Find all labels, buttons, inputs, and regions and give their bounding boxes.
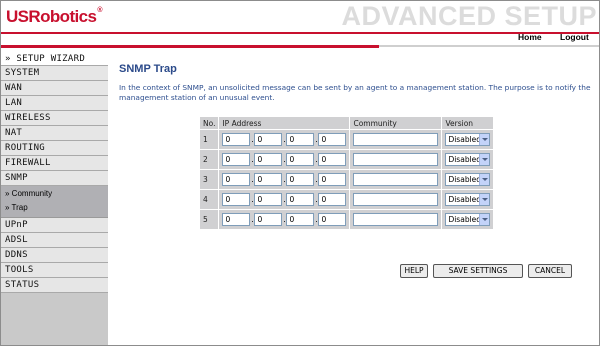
- ip-cell: 0. 0. 0. 0: [219, 210, 350, 229]
- sidebar-item-adsl[interactable]: ADSL: [1, 233, 108, 248]
- ip-octet-2-input[interactable]: 0: [254, 213, 283, 226]
- snmp-submenu: » Community » Trap: [1, 186, 108, 218]
- version-select[interactable]: Disabled: [445, 193, 491, 206]
- header: USRobotics® ADVANCED SETUP: [1, 1, 599, 32]
- community-input[interactable]: [353, 153, 439, 166]
- community-cell: [350, 190, 442, 209]
- top-nav: Home Logout: [1, 32, 599, 45]
- ip-octet-2-input[interactable]: 0: [254, 193, 283, 206]
- col-header-version: Version: [442, 117, 494, 129]
- ip-octet-3-input[interactable]: 0: [286, 213, 315, 226]
- ip-octet-3-input[interactable]: 0: [286, 133, 315, 146]
- snmp-trap-table: No. IP Address Community Version 1 0. 0.…: [199, 116, 495, 230]
- sidebar: » SETUP WIZARD SYSTEM WAN LAN WIRELESS N…: [1, 48, 108, 345]
- ip-octet-2-input[interactable]: 0: [254, 133, 283, 146]
- ip-octet-4-input[interactable]: 0: [318, 173, 347, 186]
- row-number: 1: [200, 130, 219, 149]
- ip-cell: 0. 0. 0. 0: [219, 130, 350, 149]
- version-cell: Disabled: [442, 130, 494, 149]
- ip-octet-1-input[interactable]: 0: [222, 153, 251, 166]
- community-input[interactable]: [353, 193, 439, 206]
- version-select[interactable]: Disabled: [445, 213, 491, 226]
- sidebar-subitem-trap[interactable]: » Trap: [1, 201, 108, 215]
- table-row: 1 0. 0. 0. 0 Disabled: [200, 130, 494, 149]
- sidebar-item-ddns[interactable]: DDNS: [1, 248, 108, 263]
- nav-divider: [379, 45, 599, 47]
- main-content: SNMP Trap In the context of SNMP, an uns…: [108, 48, 599, 345]
- sidebar-item-snmp[interactable]: SNMP: [1, 171, 108, 186]
- version-cell: Disabled: [442, 210, 494, 229]
- ip-cell: 0. 0. 0. 0: [219, 190, 350, 209]
- ip-octet-4-input[interactable]: 0: [318, 133, 347, 146]
- row-number: 3: [200, 170, 219, 189]
- table-header-row: No. IP Address Community Version: [200, 117, 494, 129]
- ip-octet-2-input[interactable]: 0: [254, 173, 283, 186]
- ip-cell: 0. 0. 0. 0: [219, 170, 350, 189]
- ip-octet-4-input[interactable]: 0: [318, 193, 347, 206]
- community-cell: [350, 210, 442, 229]
- ip-octet-3-input[interactable]: 0: [286, 173, 315, 186]
- ip-octet-1-input[interactable]: 0: [222, 133, 251, 146]
- help-button[interactable]: HELP: [400, 264, 428, 278]
- sidebar-item-wireless[interactable]: WIRELESS: [1, 111, 108, 126]
- dropdown-arrow-icon[interactable]: [479, 194, 490, 205]
- dropdown-arrow-icon[interactable]: [479, 214, 490, 225]
- sidebar-subitem-community[interactable]: » Community: [1, 187, 108, 201]
- sidebar-item-lan[interactable]: LAN: [1, 96, 108, 111]
- sidebar-item-upnp[interactable]: UPnP: [1, 218, 108, 233]
- page-title: SNMP Trap: [119, 63, 177, 75]
- sidebar-item-status[interactable]: STATUS: [1, 278, 108, 293]
- version-cell: Disabled: [442, 170, 494, 189]
- col-header-ip-address: IP Address: [219, 117, 350, 129]
- community-input[interactable]: [353, 133, 439, 146]
- ip-octet-4-input[interactable]: 0: [318, 213, 347, 226]
- community-input[interactable]: [353, 213, 439, 226]
- save-settings-button[interactable]: SAVE SETTINGS: [433, 264, 523, 278]
- ip-octet-3-input[interactable]: 0: [286, 153, 315, 166]
- sidebar-item-nat[interactable]: NAT: [1, 126, 108, 141]
- ip-octet-1-input[interactable]: 0: [222, 213, 251, 226]
- row-number: 4: [200, 190, 219, 209]
- dropdown-arrow-icon[interactable]: [479, 174, 490, 185]
- dropdown-arrow-icon[interactable]: [479, 134, 490, 145]
- logout-link[interactable]: Logout: [560, 32, 589, 42]
- table-row: 5 0. 0. 0. 0 Disabled: [200, 210, 494, 229]
- version-cell: Disabled: [442, 190, 494, 209]
- table-row: 3 0. 0. 0. 0 Disabled: [200, 170, 494, 189]
- usrobotics-logo: USRobotics®: [6, 7, 102, 26]
- ip-octet-2-input[interactable]: 0: [254, 153, 283, 166]
- advanced-setup-title: ADVANCED SETUP: [341, 1, 597, 31]
- version-select[interactable]: Disabled: [445, 133, 491, 146]
- row-number: 2: [200, 150, 219, 169]
- sidebar-item-setup-wizard[interactable]: » SETUP WIZARD: [1, 48, 108, 66]
- page-description: In the context of SNMP, an unsolicited m…: [119, 83, 591, 102]
- table-row: 4 0. 0. 0. 0 Disabled: [200, 190, 494, 209]
- col-header-no: No.: [200, 117, 219, 129]
- ip-octet-1-input[interactable]: 0: [222, 173, 251, 186]
- version-select[interactable]: Disabled: [445, 153, 491, 166]
- cancel-button[interactable]: CANCEL: [528, 264, 572, 278]
- ip-octet-4-input[interactable]: 0: [318, 153, 347, 166]
- dropdown-arrow-icon[interactable]: [479, 154, 490, 165]
- community-cell: [350, 170, 442, 189]
- row-number: 5: [200, 210, 219, 229]
- sidebar-item-wan[interactable]: WAN: [1, 81, 108, 96]
- ip-cell: 0. 0. 0. 0: [219, 150, 350, 169]
- sidebar-item-system[interactable]: SYSTEM: [1, 66, 108, 81]
- community-cell: [350, 150, 442, 169]
- ip-octet-1-input[interactable]: 0: [222, 193, 251, 206]
- version-cell: Disabled: [442, 150, 494, 169]
- table-row: 2 0. 0. 0. 0 Disabled: [200, 150, 494, 169]
- ip-octet-3-input[interactable]: 0: [286, 193, 315, 206]
- version-select[interactable]: Disabled: [445, 173, 491, 186]
- community-input[interactable]: [353, 173, 439, 186]
- sidebar-item-tools[interactable]: TOOLS: [1, 263, 108, 278]
- sidebar-item-firewall[interactable]: FIREWALL: [1, 156, 108, 171]
- home-link[interactable]: Home: [518, 32, 542, 42]
- community-cell: [350, 130, 442, 149]
- router-admin-window: USRobotics® ADVANCED SETUP Home Logout »…: [0, 0, 600, 346]
- col-header-community: Community: [350, 117, 442, 129]
- sidebar-item-routing[interactable]: ROUTING: [1, 141, 108, 156]
